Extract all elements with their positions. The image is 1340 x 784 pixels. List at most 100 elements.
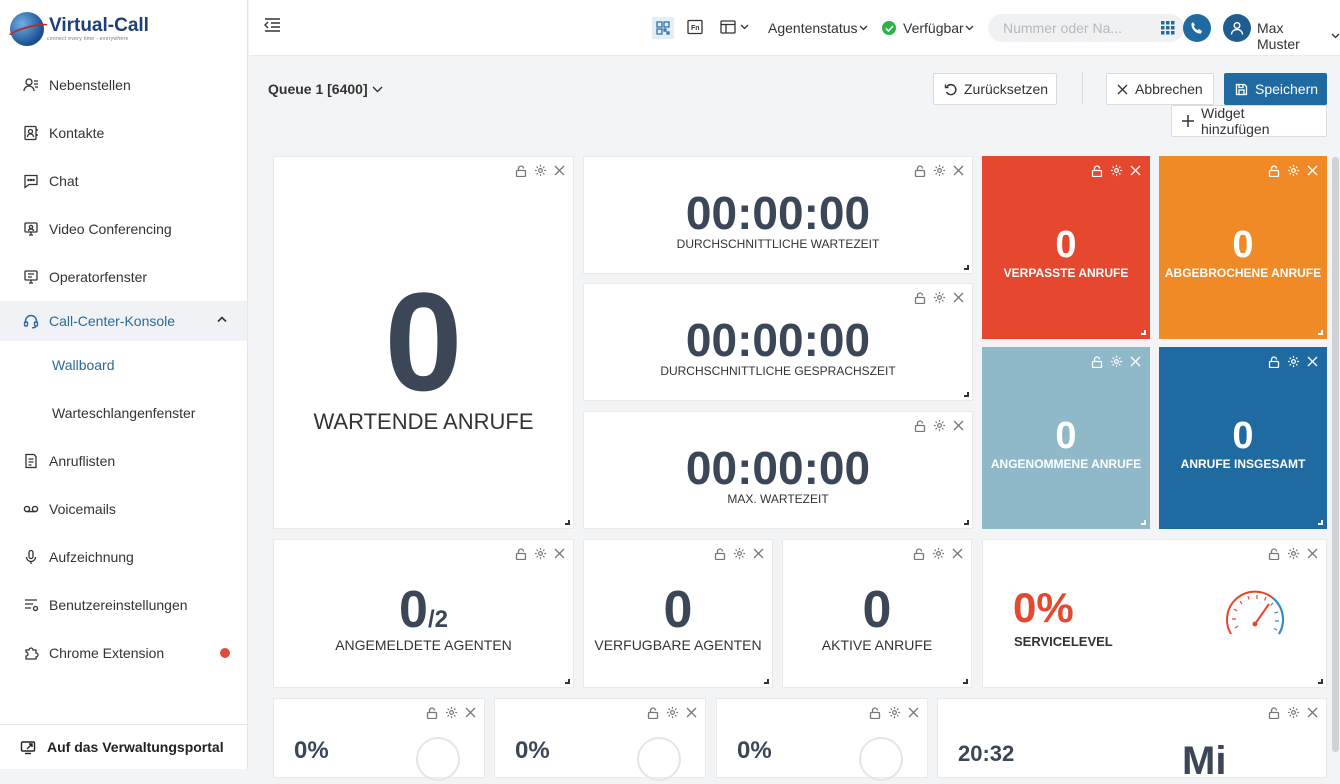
lock-icon[interactable] bbox=[914, 164, 926, 177]
lock-icon[interactable] bbox=[714, 547, 726, 560]
call-button[interactable] bbox=[1183, 14, 1211, 42]
layout-dropdown[interactable] bbox=[720, 19, 749, 35]
gear-icon[interactable] bbox=[666, 706, 679, 719]
gear-icon[interactable] bbox=[932, 547, 945, 560]
chevron-up-icon[interactable] bbox=[217, 315, 227, 326]
close-icon[interactable] bbox=[554, 165, 565, 176]
lock-icon[interactable] bbox=[869, 706, 881, 719]
service-level-value: 0% bbox=[1013, 584, 1074, 631]
lock-icon[interactable] bbox=[1268, 164, 1280, 177]
gear-icon[interactable] bbox=[1287, 164, 1300, 177]
lock-icon[interactable] bbox=[914, 291, 926, 304]
collapse-sidebar-icon[interactable] bbox=[263, 17, 281, 33]
sidebar-item-voicemails[interactable]: Voicemails bbox=[0, 485, 247, 533]
lock-icon[interactable] bbox=[515, 164, 527, 177]
function-keys-icon[interactable]: Fn bbox=[687, 19, 703, 35]
close-icon[interactable] bbox=[908, 707, 919, 718]
sidebar-item-aufzeichnung[interactable]: Aufzeichnung bbox=[0, 533, 247, 581]
sidebar-item-benutzereinstellungen[interactable]: Benutzereinstellungen bbox=[0, 581, 247, 629]
close-icon[interactable] bbox=[953, 292, 964, 303]
add-widget-button[interactable]: Widget hinzufügen bbox=[1171, 105, 1327, 137]
logo[interactable]: Virtual-Call connect every time - everyw… bbox=[10, 12, 149, 46]
resize-handle[interactable] bbox=[565, 679, 570, 684]
resize-handle[interactable] bbox=[1318, 520, 1323, 525]
avatar[interactable] bbox=[1223, 14, 1251, 42]
resize-handle[interactable] bbox=[964, 392, 969, 397]
close-icon[interactable] bbox=[753, 548, 764, 559]
gear-icon[interactable] bbox=[933, 291, 946, 304]
save-button[interactable]: Speichern bbox=[1224, 73, 1327, 105]
gear-icon[interactable] bbox=[933, 164, 946, 177]
widget-active-calls: 0 AKTIVE ANRUFE bbox=[782, 539, 972, 688]
close-icon[interactable] bbox=[1130, 165, 1141, 176]
search-field[interactable] bbox=[988, 14, 1184, 42]
sidebar-item-operatorfenster[interactable]: Operatorfenster bbox=[0, 253, 247, 301]
scrollbar[interactable] bbox=[1332, 157, 1339, 752]
user-menu[interactable]: Max Muster bbox=[1257, 20, 1340, 52]
close-icon[interactable] bbox=[1130, 356, 1141, 367]
close-icon[interactable] bbox=[953, 420, 964, 431]
widget-waiting-calls: 0 WARTENDE ANRUFE bbox=[273, 156, 574, 529]
qr-code-icon[interactable] bbox=[652, 17, 674, 39]
gear-icon[interactable] bbox=[1287, 547, 1300, 560]
gear-icon[interactable] bbox=[1287, 706, 1300, 719]
availability-dropdown[interactable]: Verfügbar bbox=[882, 20, 974, 36]
sidebar-item-chrome-extension[interactable]: Chrome Extension bbox=[0, 629, 247, 677]
close-icon[interactable] bbox=[1307, 165, 1318, 176]
lock-icon[interactable] bbox=[426, 706, 438, 719]
sidebar-subitem-warteschlangenfenster[interactable]: Warteschlangenfenster bbox=[0, 389, 247, 437]
lock-icon[interactable] bbox=[1091, 164, 1103, 177]
resize-handle[interactable] bbox=[964, 520, 969, 525]
close-icon[interactable] bbox=[953, 165, 964, 176]
search-input[interactable] bbox=[1003, 20, 1133, 36]
lock-icon[interactable] bbox=[1268, 547, 1280, 560]
dialpad-icon[interactable] bbox=[1161, 21, 1175, 35]
gear-icon[interactable] bbox=[1110, 355, 1123, 368]
close-icon[interactable] bbox=[1307, 548, 1318, 559]
gear-icon[interactable] bbox=[1110, 164, 1123, 177]
resize-handle[interactable] bbox=[1318, 679, 1323, 684]
sidebar-item-nebenstellen[interactable]: Nebenstellen bbox=[0, 61, 247, 109]
gear-icon[interactable] bbox=[534, 164, 547, 177]
lock-icon[interactable] bbox=[647, 706, 659, 719]
sidebar-item-chat[interactable]: Chat bbox=[0, 157, 247, 205]
sidebar-item-call-center-konsole[interactable]: Call-Center-Konsole bbox=[0, 301, 247, 341]
gear-icon[interactable] bbox=[888, 706, 901, 719]
close-icon[interactable] bbox=[1307, 356, 1318, 367]
close-icon[interactable] bbox=[554, 548, 565, 559]
close-icon[interactable] bbox=[1307, 707, 1318, 718]
queue-dropdown[interactable]: Queue 1 [6400] bbox=[268, 81, 383, 97]
lock-icon[interactable] bbox=[1268, 355, 1280, 368]
sidebar-item-video-conferencing[interactable]: Video Conferencing bbox=[0, 205, 247, 253]
resize-handle[interactable] bbox=[1141, 520, 1146, 525]
resize-handle[interactable] bbox=[1318, 330, 1323, 335]
sidebar-item-anruflisten[interactable]: Anruflisten bbox=[0, 437, 247, 485]
gear-icon[interactable] bbox=[933, 419, 946, 432]
resize-handle[interactable] bbox=[764, 679, 769, 684]
sidebar-item-label: Chat bbox=[49, 173, 79, 189]
headset-icon bbox=[22, 312, 40, 330]
sidebar-subitem-wallboard[interactable]: Wallboard bbox=[0, 341, 247, 389]
gear-icon[interactable] bbox=[445, 706, 458, 719]
cancel-button[interactable]: Abbrechen bbox=[1106, 73, 1214, 105]
sidebar-nav: Nebenstellen Kontakte Chat Video Confere… bbox=[0, 61, 247, 677]
admin-portal-link[interactable]: Auf das Verwaltungsportal bbox=[0, 724, 247, 769]
gear-icon[interactable] bbox=[733, 547, 746, 560]
lock-icon[interactable] bbox=[515, 547, 527, 560]
resize-handle[interactable] bbox=[565, 520, 570, 525]
gear-icon[interactable] bbox=[534, 547, 547, 560]
resize-handle[interactable] bbox=[963, 679, 968, 684]
resize-handle[interactable] bbox=[964, 265, 969, 270]
sidebar-item-kontakte[interactable]: Kontakte bbox=[0, 109, 247, 157]
close-icon[interactable] bbox=[952, 548, 963, 559]
lock-icon[interactable] bbox=[1091, 355, 1103, 368]
lock-icon[interactable] bbox=[914, 419, 926, 432]
agent-status-dropdown[interactable]: Agentenstatus bbox=[768, 20, 868, 36]
close-icon[interactable] bbox=[465, 707, 476, 718]
close-icon[interactable] bbox=[686, 707, 697, 718]
lock-icon[interactable] bbox=[913, 547, 925, 560]
reset-button[interactable]: Zurücksetzen bbox=[933, 73, 1057, 105]
resize-handle[interactable] bbox=[1141, 330, 1146, 335]
gear-icon[interactable] bbox=[1287, 355, 1300, 368]
lock-icon[interactable] bbox=[1268, 706, 1280, 719]
